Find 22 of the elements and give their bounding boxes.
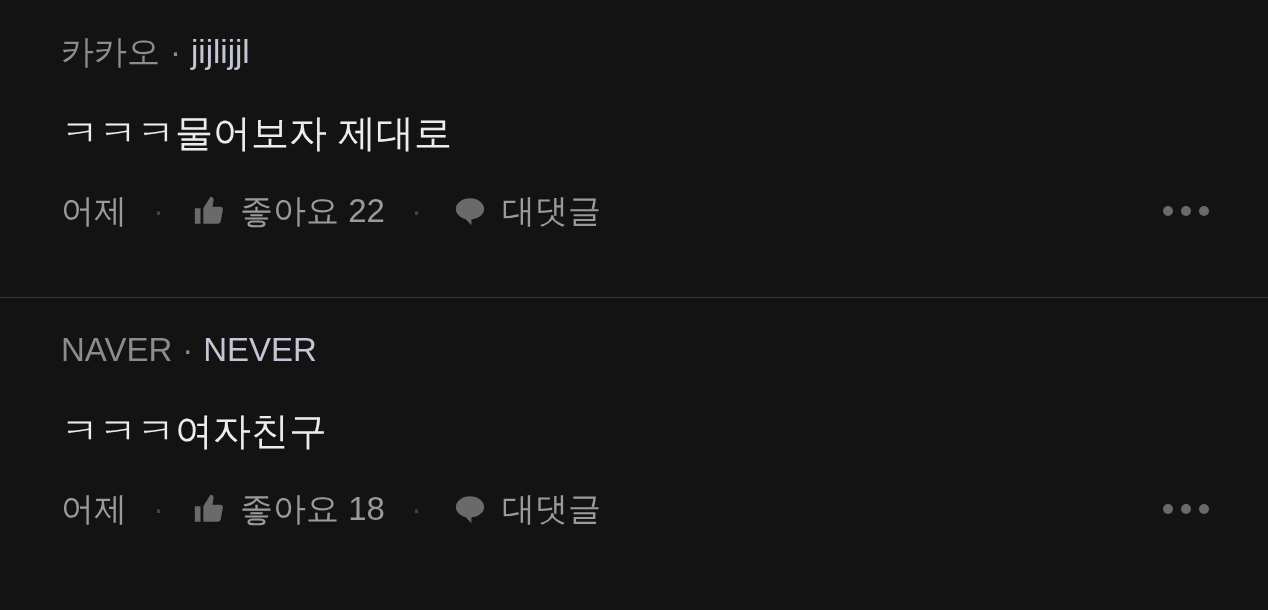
separator-dot: · (170, 32, 181, 72)
separator-dot: · (410, 489, 422, 529)
author-name[interactable]: NEVER (203, 326, 317, 374)
separator-dot: · (153, 191, 164, 231)
source-label: NAVER (61, 330, 173, 370)
like-button[interactable]: 좋아요 18 (192, 484, 385, 534)
separator-dot: · (182, 330, 194, 370)
author-name[interactable]: jijlijjl (191, 28, 250, 76)
separator-dot: · (153, 489, 164, 529)
more-options-button[interactable] (1163, 206, 1209, 216)
timestamp: 어제 (61, 489, 127, 529)
more-options-button[interactable] (1163, 504, 1209, 514)
reply-button[interactable]: 대댓글 (451, 186, 601, 236)
like-button[interactable]: 좋아요 22 (192, 186, 385, 236)
more-dots-icon (1163, 504, 1209, 514)
comment-text: ㅋㅋㅋ여자친구 (61, 409, 328, 454)
comment-text: ㅋㅋㅋ물어보자 제대로 (61, 111, 453, 156)
more-dots-icon (1163, 206, 1209, 216)
timestamp: 어제 (61, 191, 127, 231)
separator-dot: · (410, 191, 422, 231)
source-label: 카카오 (61, 32, 160, 72)
reply-button[interactable]: 대댓글 (451, 484, 601, 534)
